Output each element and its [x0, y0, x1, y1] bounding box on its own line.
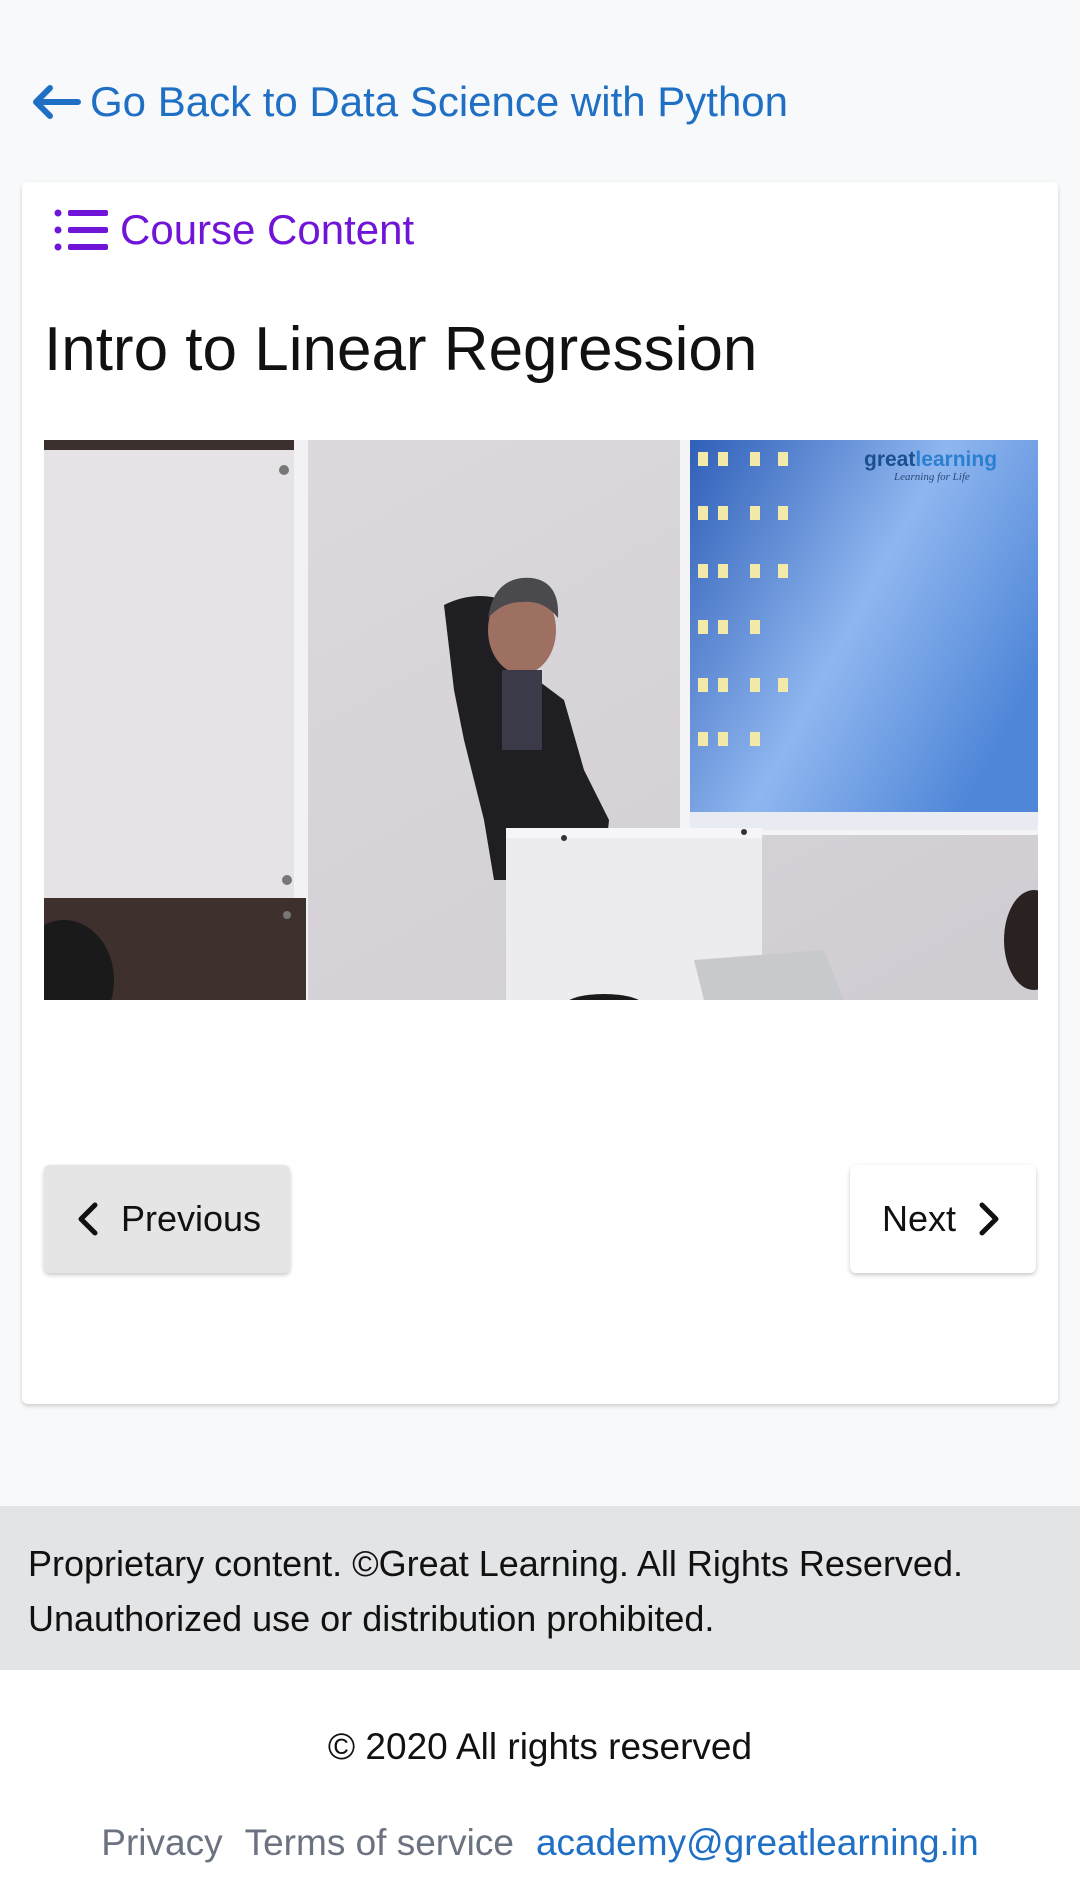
lecture-video[interactable]: greatlearning Learning for Life — [44, 440, 1038, 1000]
next-label: Next — [881, 1198, 957, 1239]
watermark-brand: greatlearning — [864, 448, 997, 471]
copyright-text: © 2020 All rights reserved — [327, 1726, 753, 1767]
list-icon — [54, 209, 108, 251]
course-content-label: Course Content — [120, 206, 415, 253]
notice-line-2: Unauthorized use or distribution prohibi… — [28, 1598, 715, 1639]
privacy-link[interactable]: Privacy — [101, 1822, 222, 1864]
next-button[interactable]: Next — [850, 1165, 1036, 1273]
arrow-left-icon — [33, 85, 81, 119]
lesson-title: Intro to Linear Regression — [44, 315, 758, 384]
back-to-course-link[interactable]: Go Back to Data Science with Python — [28, 78, 788, 126]
video-frame: greatlearning Learning for Life — [44, 440, 1038, 1000]
email-link[interactable]: academy@greatlearning.in — [536, 1822, 979, 1864]
notice-line-1: Proprietary content. ©Great Learning. Al… — [28, 1543, 963, 1584]
watermark-tagline: Learning for Life — [893, 471, 970, 483]
lesson-card: Course Content Intro to Linear Regressio… — [22, 182, 1058, 1404]
footer: © 2020 All rights reserved Privacy Terms… — [0, 1670, 1080, 1902]
course-content-toggle[interactable]: Course Content — [52, 206, 414, 254]
projector-screen — [690, 440, 1038, 830]
chevron-left-icon — [78, 1202, 98, 1236]
previous-button[interactable]: Previous — [44, 1165, 290, 1273]
back-link-label: Go Back to Data Science with Python — [90, 78, 789, 125]
terms-link[interactable]: Terms of service — [245, 1822, 514, 1864]
proprietary-notice: Proprietary content. ©Great Learning. Al… — [0, 1506, 1080, 1670]
previous-label: Previous — [120, 1198, 262, 1239]
chevron-right-icon — [979, 1202, 999, 1236]
footer-links: Privacy Terms of service academy@greatle… — [0, 1822, 1080, 1864]
